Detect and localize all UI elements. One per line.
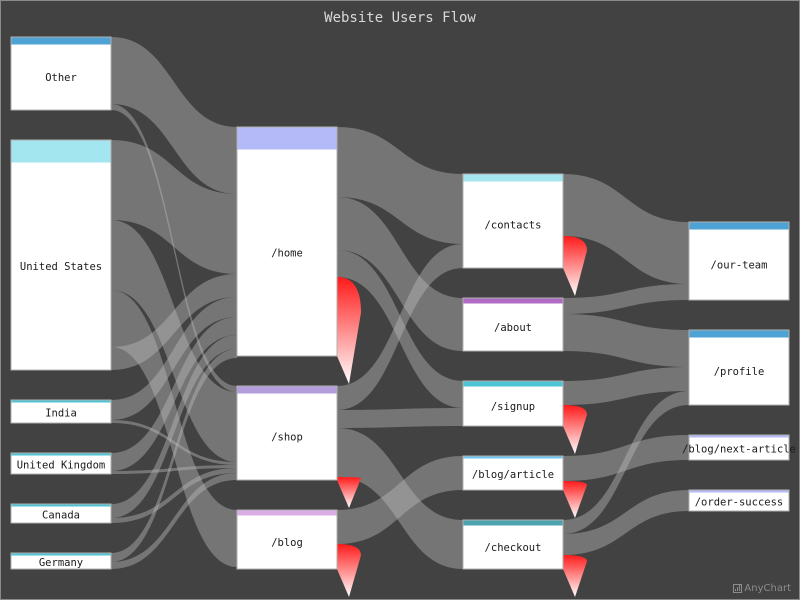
node-header (11, 453, 111, 456)
node-label: /shop (271, 432, 303, 444)
flow-node[interactable]: /about (462, 297, 564, 352)
node-header (463, 381, 563, 387)
node-header (11, 553, 111, 556)
node-header (11, 400, 111, 403)
flow-node[interactable]: /home (236, 126, 338, 357)
flow-node[interactable]: United Kingdom (10, 452, 112, 475)
flow-node[interactable]: /contacts (462, 173, 564, 269)
node-box (10, 139, 112, 371)
flow-node[interactable]: /our-team (688, 221, 790, 301)
flow-node[interactable]: /blog (236, 509, 338, 570)
node-label: /blog/next-article (682, 444, 796, 456)
node-label: /contacts (485, 220, 542, 232)
node-label: /order-success (695, 497, 784, 509)
flow-node[interactable]: /shop (236, 385, 338, 481)
dropoff-marker[interactable] (563, 236, 587, 296)
node-header (237, 127, 337, 150)
dropoff-marker[interactable] (337, 544, 361, 597)
flow-link[interactable] (337, 408, 463, 428)
flow-node[interactable]: /profile (688, 329, 790, 406)
node-label: /blog (271, 537, 303, 549)
dropoff-marker[interactable] (563, 481, 587, 518)
node-header (689, 435, 789, 438)
flow-node[interactable]: /blog/next-article (682, 434, 796, 461)
node-label: Germany (39, 557, 83, 569)
node-label: Canada (42, 510, 80, 522)
anychart-credits[interactable]: AnyChart (733, 583, 791, 594)
flow-node[interactable]: /signup (462, 380, 564, 427)
node-label: /signup (491, 401, 535, 413)
node-header (463, 174, 563, 182)
node-header (11, 37, 111, 45)
flow-node[interactable]: Other (10, 36, 112, 111)
node-header (237, 510, 337, 516)
chart-logo-icon (733, 584, 743, 593)
node-header (463, 456, 563, 459)
node-header (689, 330, 789, 338)
flow-node[interactable]: /blog/article (462, 455, 564, 491)
node-header (11, 504, 111, 507)
node-label: United States (20, 261, 102, 273)
dropoff-marker[interactable] (563, 555, 587, 597)
flow-links (111, 37, 689, 569)
flow-link[interactable] (563, 314, 689, 367)
node-header (463, 520, 563, 526)
node-header (463, 298, 563, 304)
dropoff-marker[interactable] (563, 405, 587, 454)
node-label: /blog/article (472, 469, 554, 481)
node-box (236, 126, 338, 357)
node-label: /about (494, 322, 532, 334)
flow-node[interactable]: India (10, 399, 112, 424)
flow-node[interactable]: United States (10, 139, 112, 371)
flow-node[interactable]: /order-success (688, 489, 790, 512)
node-header (237, 386, 337, 394)
node-header (689, 222, 789, 230)
node-label: United Kingdom (17, 460, 106, 472)
node-label: /profile (714, 366, 765, 378)
dropoff-marker[interactable] (337, 277, 361, 384)
credits-label: AnyChart (744, 583, 791, 594)
flow-node[interactable]: Germany (10, 552, 112, 570)
node-header (689, 490, 789, 493)
node-label: /home (271, 248, 303, 260)
node-label: /checkout (485, 542, 542, 554)
flow-node[interactable]: Canada (10, 503, 112, 524)
node-header (11, 140, 111, 163)
flow-link[interactable] (563, 284, 689, 314)
node-label: Other (45, 72, 77, 84)
node-label: /our-team (711, 260, 768, 272)
sankey-chart: Other United States India United Kingdom Can… (10, 36, 796, 597)
node-label: India (45, 408, 77, 420)
flow-node[interactable]: /checkout (462, 519, 564, 570)
dropoff-marker[interactable] (337, 477, 361, 508)
